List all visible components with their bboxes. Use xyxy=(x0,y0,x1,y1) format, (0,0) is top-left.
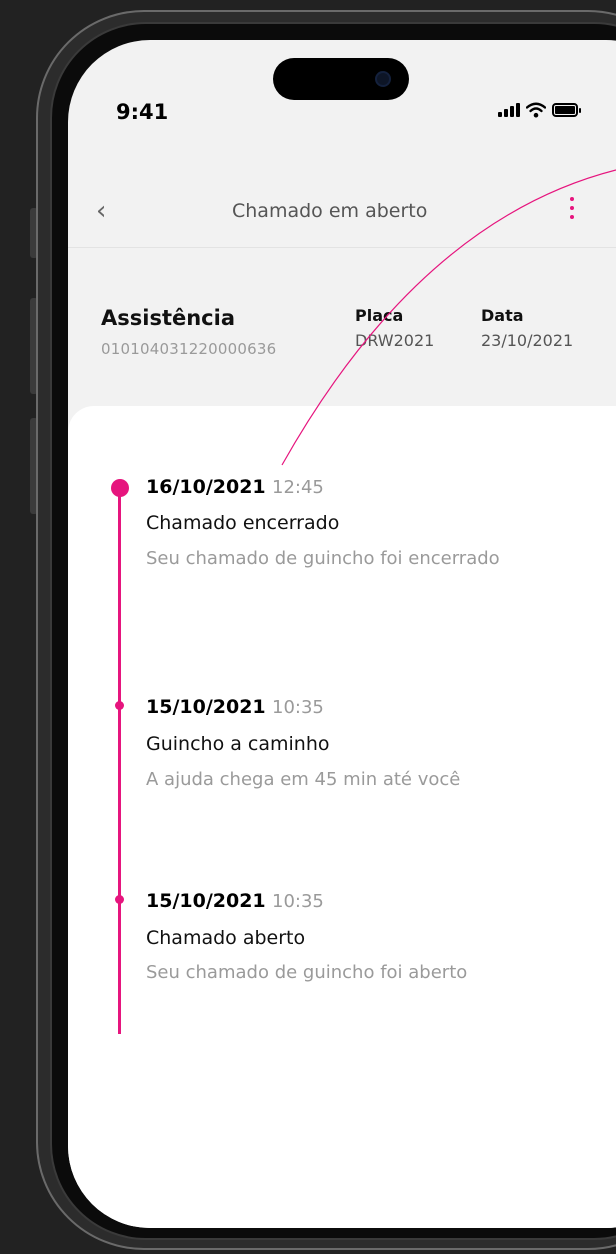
timeline-dot xyxy=(115,701,124,710)
event-description: Seu chamado de guincho foi aberto xyxy=(146,962,468,983)
battery-icon xyxy=(552,103,581,117)
event-time: 12:45 xyxy=(272,477,324,498)
front-camera xyxy=(375,71,391,87)
page-title: Chamado em aberto xyxy=(232,200,428,222)
service-label: Assistência xyxy=(101,306,235,330)
wifi-icon xyxy=(526,102,546,118)
status-time: 9:41 xyxy=(116,100,169,124)
plate-label: Placa xyxy=(355,306,404,325)
event-title: Chamado aberto xyxy=(146,927,306,949)
back-chevron-icon[interactable]: ‹ xyxy=(96,198,106,224)
event-date: 15/10/2021 xyxy=(146,696,266,718)
more-vertical-icon[interactable] xyxy=(564,194,580,228)
signal-icon xyxy=(498,103,520,117)
app-header: ‹ Chamado em aberto xyxy=(68,180,616,248)
event-title: Chamado encerrado xyxy=(146,512,340,534)
dynamic-island xyxy=(273,58,409,100)
mockup-stage: 9:41 ‹ Chamado em aberto Assistência 010… xyxy=(0,0,616,1254)
service-id: 010104031220000636 xyxy=(101,340,277,358)
timeline-line xyxy=(118,486,121,1034)
plate-value: DRW2021 xyxy=(355,331,435,350)
status-icons xyxy=(498,102,581,118)
event-description: A ajuda chega em 45 min até você xyxy=(146,769,461,790)
timeline-dot-active xyxy=(111,479,129,497)
date-value: 23/10/2021 xyxy=(481,331,574,350)
event-time: 10:35 xyxy=(272,697,324,718)
phone-screen: 9:41 ‹ Chamado em aberto Assistência 010… xyxy=(68,40,616,1228)
timeline-dot xyxy=(115,895,124,904)
event-date: 16/10/2021 xyxy=(146,476,266,498)
event-time: 10:35 xyxy=(272,891,324,912)
event-date: 15/10/2021 xyxy=(146,890,266,912)
date-label: Data xyxy=(481,306,524,325)
event-title: Guincho a caminho xyxy=(146,733,330,755)
event-description: Seu chamado de guincho foi encerrado xyxy=(146,548,500,569)
